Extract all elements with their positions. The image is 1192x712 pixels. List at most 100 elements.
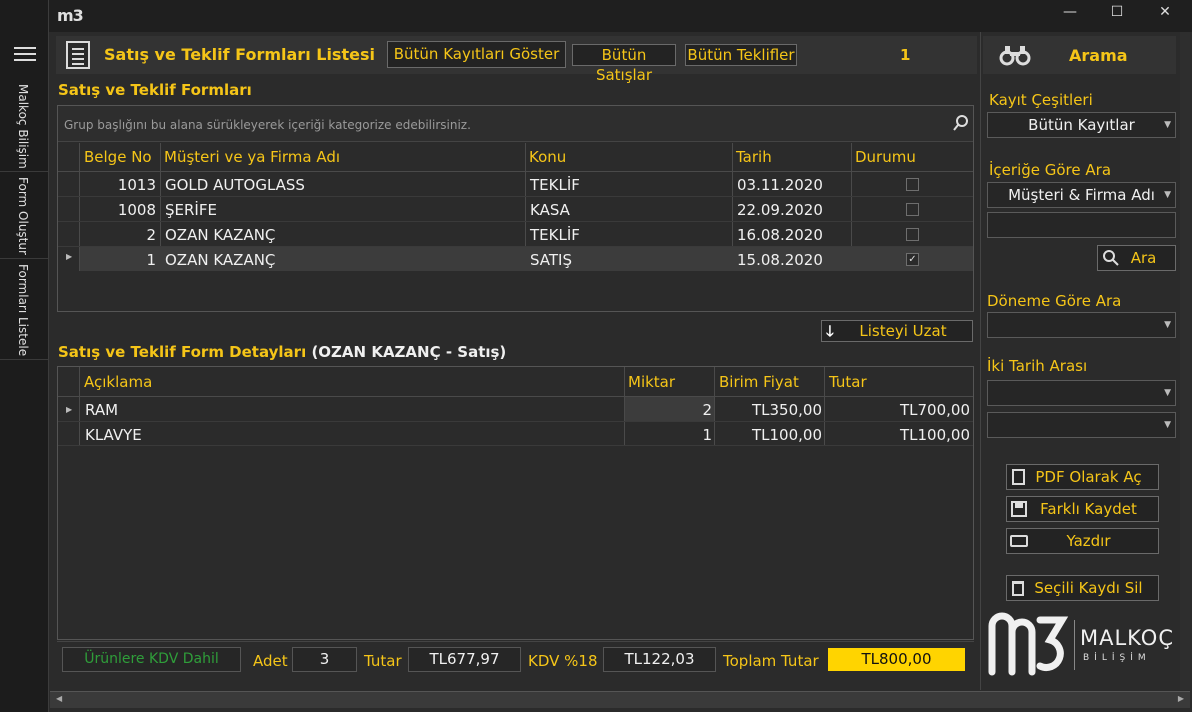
scroll-left-icon[interactable]: ◀ (56, 694, 62, 703)
brand-sub: BİLİŞİM (1083, 653, 1151, 663)
content-search-label: İçeriğe Göre Ara (989, 161, 1112, 179)
cell-subject: KASA (530, 201, 570, 219)
search-button[interactable]: Ara (1097, 245, 1176, 271)
print-button[interactable]: Yazdır (1006, 528, 1159, 554)
content-field-value: Müşteri & Firma Adı (1008, 186, 1155, 204)
col-header-date[interactable]: Tarih (736, 148, 772, 166)
page-title: Satış ve Teklif Formları Listesi (104, 45, 375, 64)
table-row[interactable] (58, 397, 973, 422)
forms-section-title: Satış ve Teklif Formları (58, 81, 252, 99)
cell-no: 2 (146, 226, 156, 244)
all-sales-button[interactable]: Bütün Satışlar (572, 44, 676, 84)
period-label: Döneme Göre Ara (987, 292, 1122, 310)
show-all-button[interactable]: Bütün Kayıtları Göster (387, 41, 566, 68)
cell-desc: RAM (85, 401, 119, 419)
cell-date: 15.08.2020 (737, 251, 823, 269)
sidebar-item-form-list[interactable]: Formları Listele (0, 260, 48, 360)
cell-qty: 2 (702, 401, 712, 419)
col-header-name[interactable]: Müşteri ve ya Firma Adı (164, 148, 340, 166)
cell-total: TL700,00 (899, 401, 970, 419)
all-offers-button[interactable]: Bütün Teklifler (685, 44, 797, 66)
cell-desc: KLAVYE (85, 426, 142, 444)
m3-logo-icon (988, 612, 1069, 676)
hamburger-icon[interactable] (14, 47, 36, 63)
cell-subject: TEKLİF (530, 226, 580, 244)
scroll-right-icon[interactable]: ▶ (1178, 694, 1184, 703)
binoculars-icon (999, 43, 1031, 67)
cell-price: TL100,00 (751, 426, 822, 444)
brand-name: MALKOÇ (1080, 626, 1174, 650)
col-header-subject[interactable]: Konu (529, 148, 566, 166)
count-label: Adet (253, 652, 288, 670)
pdf-button-label: PDF Olarak Aç (1035, 468, 1142, 486)
cell-no: 1 (146, 251, 156, 269)
cell-date: 16.08.2020 (737, 226, 823, 244)
date-range-label: İki Tarih Arası (987, 357, 1088, 375)
sidebar-item-label: Form Oluştur (16, 177, 30, 255)
save-as-button[interactable]: Farklı Kaydet (1006, 496, 1159, 522)
print-button-label: Yazdır (1066, 532, 1111, 550)
col-header-desc[interactable]: Açıklama (84, 373, 152, 391)
details-context: (OZAN KAZANÇ - Satış) (311, 343, 507, 361)
cell-name: GOLD AUTOGLASS (165, 176, 305, 194)
content-search-input[interactable] (987, 212, 1176, 238)
group-hint: Grup başlığını bu alana sürükleyerek içe… (64, 118, 471, 132)
extend-list-button[interactable]: 🡓 Listeyi Uzat (821, 320, 973, 342)
row-indicator-icon: ▶ (66, 252, 73, 261)
search-title: Arama (1069, 46, 1128, 65)
status-checkbox-checked[interactable]: ✓ (906, 253, 919, 266)
sidebar-item-form-create[interactable]: Form Oluştur (0, 173, 48, 259)
record-count: 1 (900, 46, 911, 64)
brand-logo: MALKOÇ BİLİŞİM (988, 612, 1178, 680)
col-header-qty[interactable]: Miktar (628, 373, 675, 391)
floppy-disk-icon (1011, 501, 1027, 517)
save-as-button-label: Farklı Kaydet (1040, 500, 1137, 518)
col-header-no[interactable]: Belge No (84, 148, 152, 166)
status-checkbox[interactable] (906, 178, 919, 191)
date-to-select[interactable]: ▼ (987, 412, 1176, 438)
pdf-icon (1012, 469, 1025, 485)
minimize-button[interactable]: — (1058, 4, 1082, 28)
vat-label: KDV %18 (528, 652, 598, 670)
delete-button[interactable]: Seçili Kaydı Sil (1006, 575, 1159, 601)
vat-included-button[interactable]: Ürünlere KDV Dahil (62, 647, 241, 672)
record-type-select[interactable]: Bütün Kayıtlar ▼ (987, 112, 1176, 138)
cell-total: TL100,00 (899, 426, 970, 444)
horizontal-scrollbar[interactable]: ◀ ▶ (50, 691, 1190, 708)
details-section-title: Satış ve Teklif Form Detayları (OZAN KAZ… (58, 343, 506, 361)
record-types-label: Kayıt Çeşitleri (989, 91, 1093, 109)
maximize-button[interactable]: ☐ (1105, 4, 1129, 28)
search-icon[interactable] (953, 115, 969, 131)
col-header-price[interactable]: Birim Fiyat (719, 373, 799, 391)
app-logo: m3 (57, 6, 84, 25)
close-button[interactable]: ✕ (1153, 4, 1177, 28)
sidebar-item-malkoc[interactable]: Malkoç Bilişim (0, 78, 48, 172)
cell-no: 1008 (117, 201, 156, 219)
table-row[interactable] (58, 422, 973, 446)
document-icon (66, 41, 90, 69)
dropdown-arrow-icon: ▼ (1164, 120, 1171, 130)
status-checkbox[interactable] (906, 203, 919, 216)
cell-subject: SATIŞ (530, 251, 573, 269)
amount-label: Tutar (364, 652, 402, 670)
printer-icon (1010, 535, 1028, 547)
col-header-status[interactable]: Durumu (855, 148, 916, 166)
delete-button-label: Seçili Kaydı Sil (1034, 579, 1143, 597)
amount-field: TL677,97 (408, 647, 521, 672)
search-button-label: Ara (1130, 249, 1157, 267)
period-select[interactable]: ▼ (987, 312, 1176, 338)
content-field-select[interactable]: Müşteri & Firma Adı ▼ (987, 182, 1176, 208)
date-from-select[interactable]: ▼ (987, 380, 1176, 406)
record-type-value: Bütün Kayıtlar (1028, 116, 1135, 134)
sidebar-item-label: Malkoç Bilişim (16, 84, 30, 169)
count-field: 3 (292, 647, 357, 672)
cell-no: 1013 (117, 176, 156, 194)
col-header-total[interactable]: Tutar (829, 373, 867, 391)
status-checkbox[interactable] (906, 228, 919, 241)
vertical-scrollbar[interactable] (1180, 32, 1190, 690)
cell-date: 22.09.2020 (737, 201, 823, 219)
magnifier-icon (1102, 249, 1120, 267)
total-field: TL800,00 (828, 648, 965, 671)
cell-name: OZAN KAZANÇ (165, 251, 276, 269)
pdf-button[interactable]: PDF Olarak Aç (1006, 464, 1159, 490)
